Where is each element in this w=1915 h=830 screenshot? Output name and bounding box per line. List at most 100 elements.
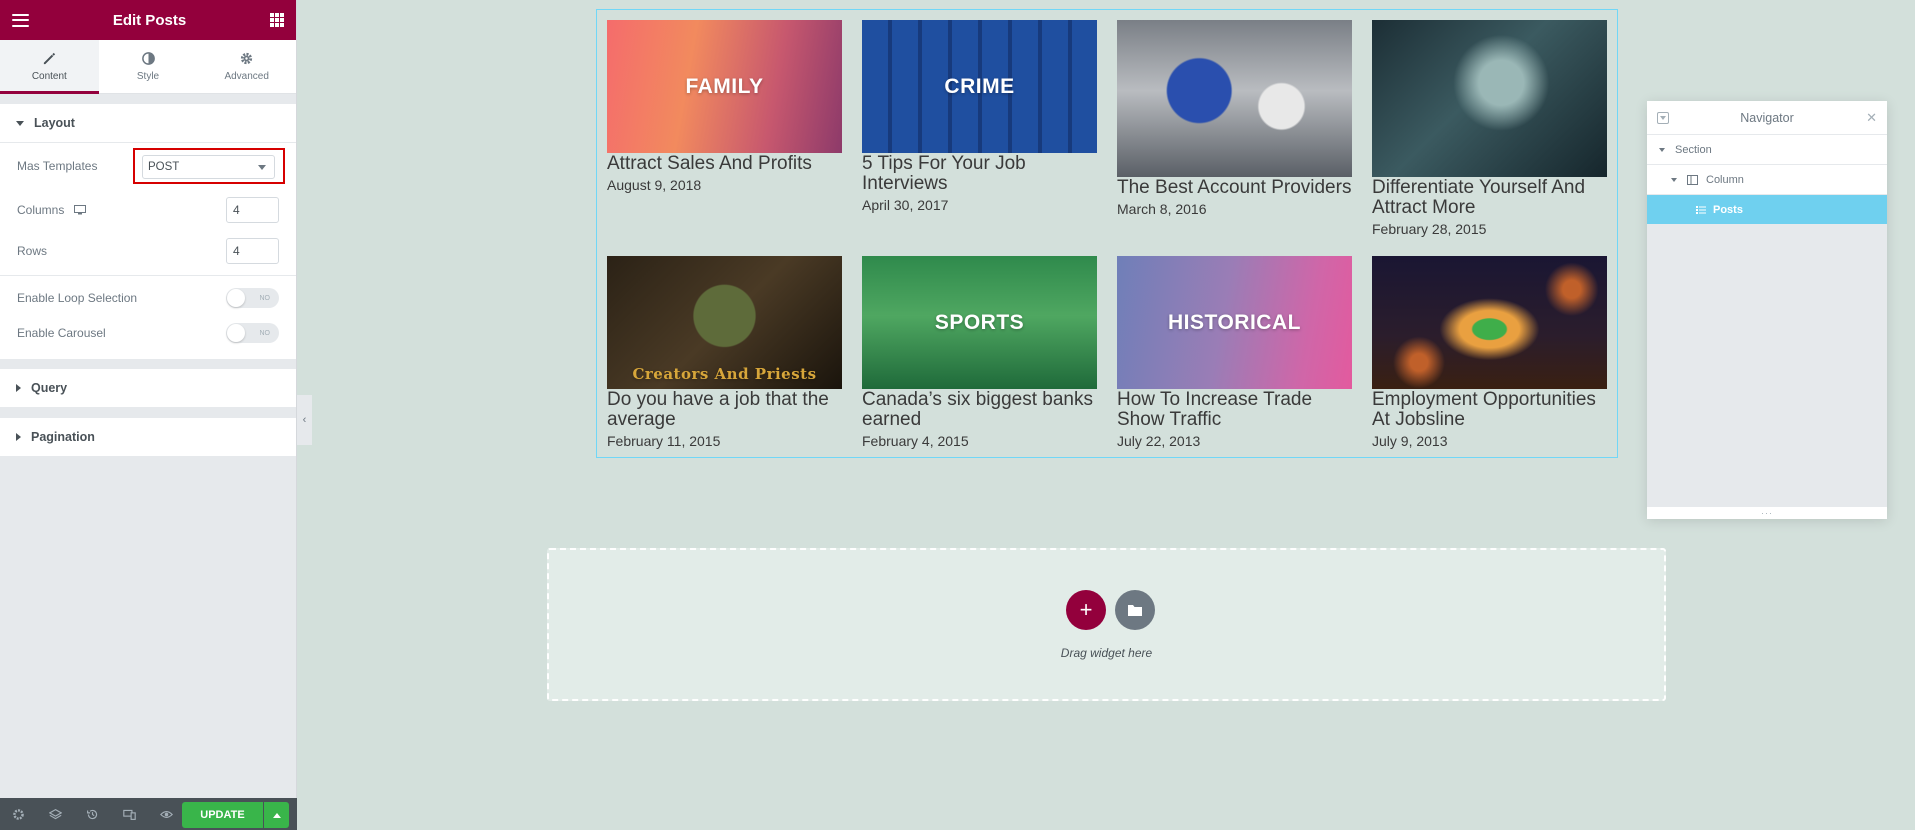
half-circle-icon (141, 52, 155, 65)
caret-right-icon (16, 433, 21, 441)
posts-list-icon (1696, 205, 1706, 214)
section-query-title: Query (31, 381, 68, 395)
editor-panel: Edit Posts Content Style Advanced Layout… (0, 0, 297, 830)
navigator-title: Navigator (1740, 110, 1794, 125)
dropzone-text: Drag widget here (1060, 646, 1153, 660)
post-date: February 4, 2015 (862, 433, 969, 449)
carousel-label: Enable Carousel (17, 326, 106, 340)
mas-templates-select[interactable]: POST (142, 155, 275, 179)
post-thumbnail[interactable]: FAMILY (607, 20, 842, 153)
post-card[interactable]: SPORTS Canada’s six biggest banks earned… (862, 256, 1097, 449)
caret-right-icon (16, 384, 21, 392)
navigator-item-label: Section (1675, 143, 1712, 156)
tab-advanced-label: Advanced (224, 71, 269, 82)
resize-handle[interactable]: ··· (1647, 507, 1887, 519)
add-section-button[interactable]: + (1066, 590, 1106, 630)
section-layout-title: Layout (34, 116, 75, 130)
section-pagination-header[interactable]: Pagination (0, 418, 296, 457)
posts-widget[interactable]: FAMILY Attract Sales And Profits August … (596, 9, 1618, 458)
post-title[interactable]: Do you have a job that the average (607, 390, 842, 430)
close-icon[interactable]: ✕ (1866, 110, 1877, 126)
post-date: April 30, 2017 (862, 197, 949, 213)
loop-selection-control: Enable Loop Selection NO (0, 280, 296, 316)
section-layout-header[interactable]: Layout (0, 104, 296, 143)
post-card[interactable]: FAMILY Attract Sales And Profits August … (607, 20, 842, 193)
post-date: February 11, 2015 (607, 433, 721, 449)
tab-style[interactable]: Style (99, 40, 198, 93)
panel-title: Edit Posts (112, 11, 187, 29)
post-thumbnail[interactable]: CRIME (862, 20, 1097, 153)
caret-down-icon (1659, 147, 1665, 152)
navigator-item-posts[interactable]: Posts (1647, 195, 1887, 225)
post-title[interactable]: Employment Opportunities At Jobsline (1372, 390, 1607, 430)
post-date: March 8, 2016 (1117, 201, 1207, 217)
menu-icon[interactable] (12, 13, 29, 27)
post-thumbnail[interactable]: SPORTS (862, 256, 1097, 389)
desktop-icon[interactable] (74, 204, 87, 215)
panel-footer: UPDATE (0, 798, 297, 830)
post-card[interactable]: Employment Opportunities At Jobsline Jul… (1372, 256, 1607, 449)
columns-label: Columns (17, 202, 65, 217)
collapse-all-icon[interactable] (1657, 112, 1669, 124)
collapse-panel-button[interactable]: ‹ (297, 395, 312, 445)
responsive-icon (123, 809, 136, 820)
mas-templates-value: POST (148, 161, 180, 173)
gear-icon (241, 52, 253, 65)
post-card[interactable]: The Best Account Providers March 8, 2016 (1117, 20, 1352, 217)
post-date: August 9, 2018 (607, 177, 702, 193)
tab-content[interactable]: Content (0, 40, 99, 94)
add-template-button[interactable] (1115, 590, 1155, 630)
update-options-button[interactable] (264, 802, 289, 828)
post-title[interactable]: Canada’s six biggest banks earned (862, 390, 1097, 430)
layers-icon (49, 808, 62, 819)
section-query-header[interactable]: Query (0, 369, 296, 408)
highlight-box: POST (133, 148, 285, 184)
responsive-button[interactable] (111, 798, 148, 830)
post-thumbnail[interactable]: Creators And Priests (607, 256, 842, 389)
post-card[interactable]: HISTORICAL How To Increase Trade Show Tr… (1117, 256, 1352, 449)
layout-controls: Mas Templates POST Columns 4 Rows 4 Enab… (0, 143, 296, 359)
history-icon (87, 809, 98, 819)
thumbnail-overlay-text: CRIME (944, 74, 1015, 98)
columns-input[interactable]: 4 (226, 196, 279, 223)
post-thumbnail[interactable]: HISTORICAL (1117, 256, 1352, 389)
panel-header: Edit Posts (0, 0, 296, 40)
rows-input[interactable]: 4 (226, 237, 279, 264)
navigator-button[interactable] (37, 798, 74, 830)
navigator-item-column[interactable]: Column (1647, 165, 1887, 195)
post-card[interactable]: Differentiate Yourself And Attract More … (1372, 20, 1607, 237)
post-title[interactable]: Attract Sales And Profits (607, 154, 842, 174)
divider (0, 275, 296, 276)
post-thumbnail[interactable] (1372, 20, 1607, 177)
add-section-dropzone[interactable]: + Drag widget here (547, 548, 1666, 701)
post-title[interactable]: The Best Account Providers (1117, 178, 1352, 198)
navigator-header[interactable]: Navigator ✕ (1647, 101, 1887, 135)
carousel-toggle[interactable]: NO (226, 323, 279, 343)
plus-icon: + (1079, 597, 1093, 622)
navigator-panel: Navigator ✕ Section Column Posts ··· (1647, 101, 1887, 519)
navigator-item-section[interactable]: Section (1647, 135, 1887, 165)
widgets-grid-icon[interactable] (269, 13, 284, 27)
gear-icon (13, 808, 24, 820)
update-button[interactable]: UPDATE (182, 802, 263, 828)
chevron-down-icon (258, 165, 266, 170)
preview-button[interactable] (148, 798, 185, 830)
mas-templates-control: Mas Templates POST (0, 143, 296, 189)
columns-control: Columns 4 (0, 189, 296, 230)
carousel-toggle-text: NO (259, 329, 271, 337)
post-thumbnail[interactable] (1372, 256, 1607, 389)
tab-advanced[interactable]: Advanced (197, 40, 296, 93)
caret-down-icon (16, 120, 24, 126)
history-button[interactable] (74, 798, 111, 830)
thumbnail-overlay-text: SPORTS (934, 310, 1025, 334)
post-date: February 28, 2015 (1372, 221, 1487, 237)
post-card[interactable]: CRIME 5 Tips For Your Job Interviews Apr… (862, 20, 1097, 213)
post-thumbnail[interactable] (1117, 20, 1352, 177)
post-title[interactable]: Differentiate Yourself And Attract More (1372, 178, 1607, 218)
post-title[interactable]: 5 Tips For Your Job Interviews (862, 154, 1097, 194)
post-card[interactable]: Creators And Priests Do you have a job t… (607, 256, 842, 449)
post-title[interactable]: How To Increase Trade Show Traffic (1117, 390, 1352, 430)
post-date: July 9, 2013 (1372, 433, 1448, 449)
loop-selection-toggle[interactable]: NO (226, 288, 279, 308)
settings-button[interactable] (0, 798, 37, 830)
